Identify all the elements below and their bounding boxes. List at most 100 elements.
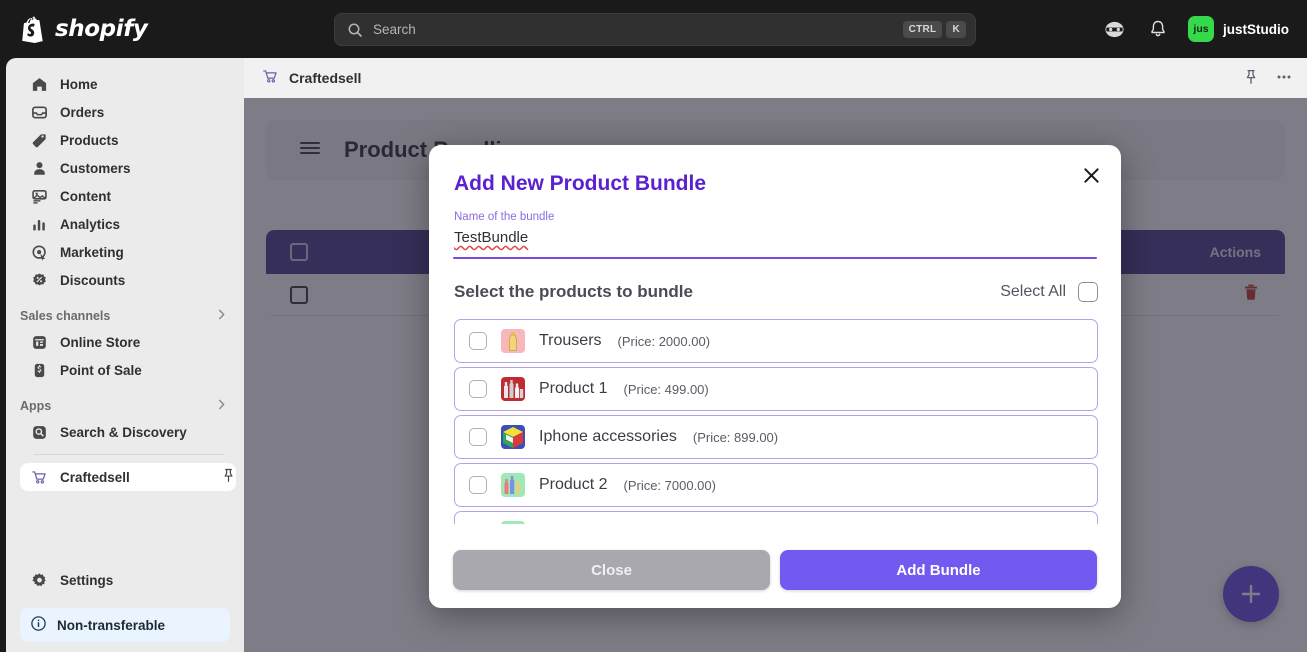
sidebar-item-label: Discounts xyxy=(60,272,126,288)
notification-bell-icon[interactable] xyxy=(1144,15,1172,43)
pin-icon[interactable] xyxy=(1243,69,1259,88)
close-button[interactable]: Close xyxy=(453,550,770,590)
add-bundle-button[interactable]: Add Bundle xyxy=(780,550,1097,590)
sidebar: Home Orders Products Customers Content A… xyxy=(6,58,244,652)
product-list-item[interactable]: Product 2 (Price: 7000.00) xyxy=(454,463,1098,507)
product-checkbox[interactable] xyxy=(469,332,487,350)
product-price: (Price: 499.00) xyxy=(623,381,709,397)
product-tag-icon xyxy=(30,131,48,149)
sidebar-item-label: Point of Sale xyxy=(60,362,142,378)
top-bar-right: jus justStudio xyxy=(1100,0,1293,58)
customer-person-icon xyxy=(30,159,48,177)
select-products-heading: Select the products to bundle xyxy=(454,282,693,301)
content-image-icon xyxy=(30,187,48,205)
product-name: Trousers xyxy=(539,332,602,349)
sidebar-item-label: Home xyxy=(60,76,98,92)
product-checkbox[interactable] xyxy=(469,476,487,494)
sidebar-item-point-of-sale[interactable]: Point of Sale xyxy=(20,356,236,384)
brand-name: shopify xyxy=(55,16,148,42)
product-list-item[interactable] xyxy=(454,511,1098,524)
product-list-item[interactable]: Product 1 (Price: 499.00) xyxy=(454,367,1098,411)
search-kbd-ctrl: CTRL xyxy=(902,21,943,38)
sidebar-item-marketing[interactable]: Marketing xyxy=(20,238,236,266)
select-all-checkbox[interactable] xyxy=(1078,282,1098,302)
product-price: (Price: 7000.00) xyxy=(623,477,716,493)
discount-badge-icon xyxy=(30,271,48,289)
sidebar-item-search-discovery[interactable]: Search & Discovery xyxy=(20,418,236,446)
sidebar-section-sales-channels[interactable]: Sales channels xyxy=(20,308,228,324)
home-icon xyxy=(30,75,48,93)
sidebar-item-label: Content xyxy=(60,188,111,204)
add-bundle-modal: Add New Product Bundle Name of the bundl… xyxy=(429,145,1121,608)
sidebar-bottom: Settings Non-transferable xyxy=(6,566,244,652)
sidebar-item-label: Search & Discovery xyxy=(60,424,187,440)
pin-icon[interactable] xyxy=(221,468,236,486)
app-title: Craftedsell xyxy=(289,70,362,86)
user-menu[interactable]: jus justStudio xyxy=(1188,16,1293,42)
sidebar-item-home[interactable]: Home xyxy=(20,70,236,98)
sidebar-item-label: Analytics xyxy=(60,216,121,232)
sidebar-item-orders[interactable]: Orders xyxy=(20,98,236,126)
modal-title: Add New Product Bundle xyxy=(454,172,706,195)
product-price: (Price: 2000.00) xyxy=(617,333,711,349)
bundle-name-input[interactable]: TestBundle xyxy=(454,229,528,246)
gear-icon xyxy=(30,571,48,589)
sidebar-item-products[interactable]: Products xyxy=(20,126,236,154)
bundle-name-label: Name of the bundle xyxy=(454,211,555,223)
shopify-bag-icon xyxy=(22,16,43,43)
sidebar-divider xyxy=(34,454,224,455)
sidebar-item-label: Online Store xyxy=(60,334,141,350)
product-list-item[interactable]: Trousers (Price: 2000.00) xyxy=(454,319,1098,363)
bottles2-thumbnail xyxy=(501,473,525,497)
sidebar-item-label: Orders xyxy=(60,104,105,120)
sidebar-section-label: Apps xyxy=(20,399,52,413)
sidebar-section-label: Sales channels xyxy=(20,309,111,323)
bottle-thumbnail xyxy=(501,329,525,353)
top-bar: shopify Search CTRL K jus justStudio xyxy=(0,0,1307,58)
partial-thumbnail xyxy=(501,521,525,524)
sidebar-item-craftedsell[interactable]: Craftedsell xyxy=(20,463,236,491)
search-placeholder: Search xyxy=(373,22,416,37)
info-circle-icon xyxy=(30,615,47,635)
app-header-actions xyxy=(1243,68,1293,89)
bottles-thumbnail xyxy=(501,377,525,401)
product-name: Iphone accessories xyxy=(539,428,677,445)
orders-inbox-icon xyxy=(30,103,48,121)
product-checkbox[interactable] xyxy=(469,380,487,398)
product-checkbox[interactable] xyxy=(469,428,487,446)
close-x-icon[interactable] xyxy=(1079,163,1103,187)
sidebar-item-analytics[interactable]: Analytics xyxy=(20,210,236,238)
app-header-bar: Craftedsell xyxy=(244,58,1307,98)
search-icon xyxy=(348,23,362,37)
sidebar-item-customers[interactable]: Customers xyxy=(20,154,236,182)
help-face-icon[interactable] xyxy=(1100,15,1128,43)
modal-action-buttons: Close Add Bundle xyxy=(453,550,1097,590)
product-list[interactable]: Trousers (Price: 2000.00) Product 1 (Pri… xyxy=(454,319,1098,524)
sidebar-item-settings[interactable]: Settings xyxy=(20,566,236,594)
sidebar-item-discounts[interactable]: Discounts xyxy=(20,266,236,294)
sidebar-item-label: Customers xyxy=(60,160,131,176)
user-name: justStudio xyxy=(1223,21,1289,37)
colorcube-thumbnail xyxy=(501,425,525,449)
select-all-label: Select All xyxy=(1000,283,1066,300)
product-name: Product 2 xyxy=(539,476,608,493)
sidebar-item-label: Marketing xyxy=(60,244,124,260)
more-horizontal-icon[interactable] xyxy=(1275,68,1293,89)
chevron-right-icon xyxy=(215,308,228,324)
sidebar-section-apps[interactable]: Apps xyxy=(20,398,228,414)
product-list-item[interactable]: Iphone accessories (Price: 899.00) xyxy=(454,415,1098,459)
shopify-brand[interactable]: shopify xyxy=(20,15,148,43)
cart-icon xyxy=(30,468,48,486)
cart-icon xyxy=(262,68,279,88)
online-store-icon xyxy=(30,333,48,351)
sidebar-item-content[interactable]: Content xyxy=(20,182,236,210)
analytics-bars-icon xyxy=(30,215,48,233)
non-transferable-label: Non-transferable xyxy=(57,617,166,633)
select-all-control[interactable]: Select All xyxy=(1000,282,1098,302)
search-kbd-k: K xyxy=(946,21,966,38)
non-transferable-banner[interactable]: Non-transferable xyxy=(20,608,230,642)
global-search-box[interactable]: Search CTRL K xyxy=(334,13,976,46)
sidebar-item-online-store[interactable]: Online Store xyxy=(20,328,236,356)
avatar: jus xyxy=(1188,16,1214,42)
sidebar-item-label: Products xyxy=(60,132,119,148)
